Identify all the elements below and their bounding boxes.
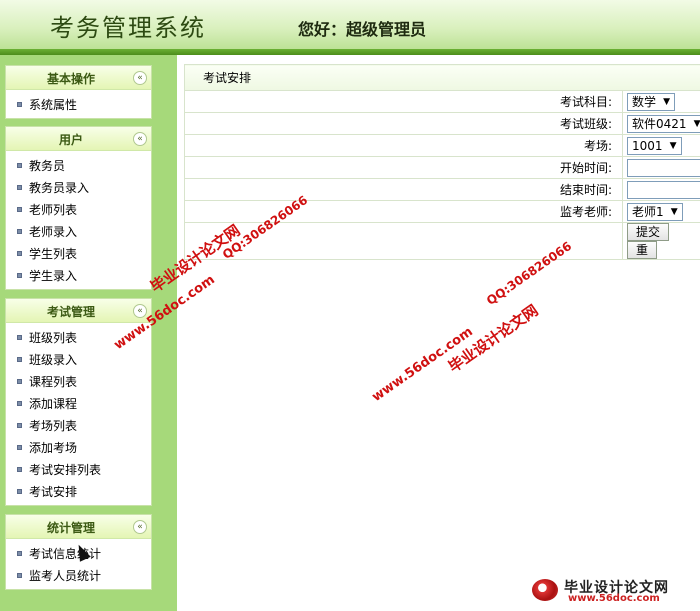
form-row-class: 考试班级: 软件0421 ▼	[184, 112, 700, 135]
sidebar-panel-basic: 基本操作 « 系统属性	[5, 65, 152, 119]
bullet-icon	[17, 467, 22, 472]
sidebar-item-teacher-entry[interactable]: 老师录入	[6, 221, 151, 243]
panel-title: 用户	[58, 133, 83, 147]
app-title: 考务管理系统	[50, 14, 206, 42]
sidebar-item-teacher-list[interactable]: 老师列表	[6, 199, 151, 221]
dropdown-arrow-icon: ▼	[669, 140, 677, 151]
teacher-label: 监考老师:	[184, 200, 623, 223]
form-caption-row: 考试安排	[184, 64, 700, 91]
panel-title: 考试管理	[46, 305, 95, 319]
end-time-label: 结束时间:	[184, 178, 623, 201]
panel-header[interactable]: 用户 «	[6, 127, 151, 151]
class-label: 考试班级:	[184, 112, 623, 135]
user-greeting: 您好：超级管理员	[298, 20, 427, 39]
panel-header[interactable]: 考试管理 «	[6, 299, 151, 323]
form-row-end: 结束时间:	[184, 178, 700, 201]
bullet-icon	[17, 357, 22, 362]
sidebar-item-add-course[interactable]: 添加课程	[6, 393, 151, 415]
bullet-icon	[17, 573, 22, 578]
submit-button[interactable]: 提交	[627, 223, 670, 241]
sidebar-item-exam-schedule[interactable]: 考试安排	[6, 481, 151, 503]
bullet-icon	[17, 273, 22, 278]
bullet-icon	[17, 335, 22, 340]
sidebar-item-class-entry[interactable]: 班级录入	[6, 349, 151, 371]
form-row-room: 考场: 1001 ▼	[184, 134, 700, 157]
logo-url: www.56doc.com	[568, 593, 660, 604]
bullet-icon	[17, 401, 22, 406]
form-row-teacher: 监考老师: 老师1 ▼	[184, 200, 700, 223]
start-time-label: 开始时间:	[184, 156, 623, 179]
bullet-icon	[17, 185, 22, 190]
start-time-input[interactable]	[627, 158, 700, 177]
form-row-subject: 考试科目: 数学 ▼	[184, 90, 700, 113]
subject-label: 考试科目:	[184, 90, 623, 113]
room-label: 考场:	[184, 134, 623, 157]
bullet-icon	[17, 251, 22, 256]
sidebar-item-academic-staff[interactable]: 教务员	[6, 155, 151, 177]
subject-select[interactable]: 数学 ▼	[627, 92, 676, 111]
sidebar-item-student-entry[interactable]: 学生录入	[6, 265, 151, 287]
form-row-start: 开始时间:	[184, 156, 700, 179]
bullet-icon	[17, 229, 22, 234]
sidebar: 基本操作 « 系统属性 用户 « 教务员 教务员录入 老师列表 老师录入 学生列…	[0, 55, 177, 611]
sidebar-item-course-list[interactable]: 课程列表	[6, 371, 151, 393]
sidebar-panel-users: 用户 « 教务员 教务员录入 老师列表 老师录入 学生列表 学生录入	[5, 126, 152, 290]
logo-icon	[532, 579, 558, 601]
collapse-icon[interactable]: «	[133, 520, 147, 534]
bullet-icon	[17, 102, 22, 107]
panel-header[interactable]: 基本操作 «	[6, 66, 151, 90]
bullet-icon	[17, 163, 22, 168]
panel-header[interactable]: 统计管理 «	[6, 515, 151, 539]
dropdown-arrow-icon: ▼	[663, 96, 671, 107]
class-select[interactable]: 软件0421 ▼	[627, 114, 700, 133]
bullet-icon	[17, 489, 22, 494]
dropdown-arrow-icon: ▼	[670, 206, 678, 217]
bullet-icon	[17, 423, 22, 428]
sidebar-item-student-list[interactable]: 学生列表	[6, 243, 151, 265]
dropdown-arrow-icon: ▼	[693, 118, 700, 129]
bullet-icon	[17, 379, 22, 384]
collapse-icon[interactable]: «	[133, 132, 147, 146]
panel-title: 统计管理	[46, 521, 95, 535]
panel-title: 基本操作	[46, 72, 95, 86]
sidebar-item-add-room[interactable]: 添加考场	[6, 437, 151, 459]
bullet-icon	[17, 551, 22, 556]
bullet-icon	[17, 445, 22, 450]
collapse-icon[interactable]: «	[133, 71, 147, 85]
footer-logo: 毕业设计论文网 www.56doc.com	[532, 577, 692, 605]
sidebar-item-invigilator-stats[interactable]: 监考人员统计	[6, 565, 151, 587]
room-select[interactable]: 1001 ▼	[627, 136, 682, 155]
sidebar-item-system-props[interactable]: 系统属性	[6, 94, 151, 116]
sidebar-item-exam-schedule-list[interactable]: 考试安排列表	[6, 459, 151, 481]
app-header: 考务管理系统 您好：超级管理员	[0, 0, 700, 52]
sidebar-item-academic-staff-entry[interactable]: 教务员录入	[6, 177, 151, 199]
end-time-input[interactable]	[627, 180, 700, 199]
exam-schedule-form: 考试安排 考试科目: 数学 ▼ 考试班级: 软件0421 ▼ 考场: 1001 ▼ 开…	[184, 64, 700, 282]
bullet-icon	[17, 207, 22, 212]
form-caption: 考试安排	[184, 64, 700, 91]
reset-button[interactable]: 重	[627, 241, 658, 259]
sidebar-item-room-list[interactable]: 考场列表	[6, 415, 151, 437]
teacher-select[interactable]: 老师1 ▼	[627, 202, 683, 221]
